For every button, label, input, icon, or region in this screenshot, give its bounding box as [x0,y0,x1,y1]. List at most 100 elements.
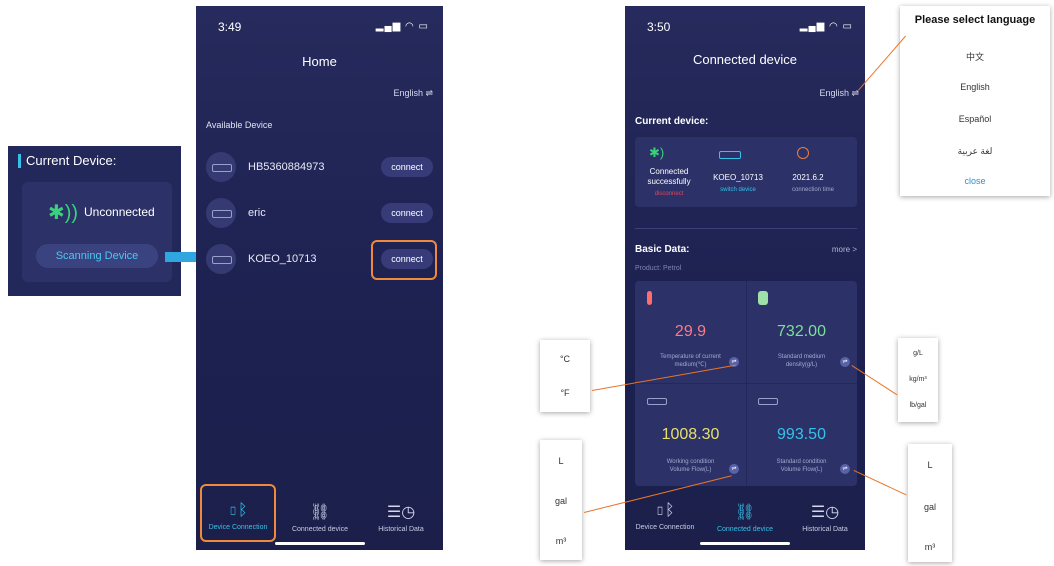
phone-connected-screen: 3:50 ▂▄▆ ◠ ▭ Connected device English ⇌ … [625,6,865,550]
basic-data-header: Basic Data: [635,244,690,255]
unit-option[interactable]: g/L [898,350,938,357]
tab-device-connection[interactable]: ▯ᛒ Device Connection [625,502,705,531]
unit-picker-temperature: °C °F [540,340,590,412]
product-label: Product: Petrol [635,265,682,272]
thermometer-icon [647,291,652,305]
home-indicator [700,542,790,545]
clock-icon [797,147,809,159]
unit-option[interactable]: m³ [908,542,952,552]
metric-density: 732.00 Standard medium density(g/L) ⇌ [746,281,857,383]
device-name: KOEO_10713 [713,173,763,182]
unit-option[interactable]: m³ [540,536,582,546]
divider [635,228,857,229]
flowmeter-icon [719,151,741,159]
bluetooth-icon: ✱) [649,145,665,160]
page-title: Home [302,54,337,69]
tab-label: Connected device [716,526,774,533]
device-name: KOEO_10713 [248,253,317,265]
language-switch[interactable]: English ⇌ [819,88,859,99]
language-switch[interactable]: English ⇌ [393,88,433,99]
more-link[interactable]: more > [832,245,857,254]
bluetooth-icon: ✱)) [48,202,79,224]
connection-time-label: connection time [791,187,835,193]
inset-title-bar [18,154,21,168]
history-icon: ☰◷ [810,504,840,521]
scan-button[interactable]: Scanning Device [36,244,158,268]
device-row: eric connect [206,198,433,232]
status-icons: ▂▄▆ ◠ ▭ [375,21,429,32]
device-row: HB5360884973 connect [206,152,433,186]
status-line1: Connected [649,167,689,176]
phone-home-screen: 3:49 ▂▄▆ ◠ ▭ Home English ⇌ Available De… [196,6,443,550]
connect-button[interactable]: connect [381,157,433,177]
unit-option[interactable]: kg/m³ [898,376,938,383]
metric-temperature: 29.9 Temperature of current medium(℃) ⇌ [635,281,746,383]
language-popup: Please select language 中文 English Españo… [900,6,1050,196]
link-icon: ⛓ [309,504,331,521]
density-icon [758,291,768,305]
flowmeter-icon [758,398,778,405]
unit-switch-icon[interactable]: ⇌ [840,464,850,474]
tab-bar: ▯ᛒ Device Connection ⛓ Connected device … [625,492,865,550]
unit-option[interactable]: gal [540,496,582,506]
highlight-tab [200,484,276,542]
tab-label: Device Connection [635,524,695,531]
device-name: eric [248,207,266,219]
unit-switch-icon[interactable]: ⇌ [840,357,850,367]
highlight-connect [371,240,437,280]
unit-picker-volume-standard: L gal m³ [908,444,952,562]
language-option[interactable]: Español [900,114,1050,124]
tab-label: Historical Data [378,526,424,533]
current-device-header: Current device: [635,116,709,127]
popup-title: Please select language [914,14,1036,26]
connect-button[interactable]: connect [381,203,433,223]
metrics-grid: 29.9 Temperature of current medium(℃) ⇌ … [635,281,857,486]
switch-device-link[interactable]: switch device [705,187,771,193]
metric-working-flow: 1008.30 Working condition Volume Flow(L)… [635,384,746,486]
inset-title: Current Device: [26,153,117,168]
language-option[interactable]: لغة عربية [900,146,1050,157]
flowmeter-icon [206,244,236,274]
unit-option[interactable]: gal [908,502,952,512]
current-device-card: ✱) Connected successfully disconnect KOE… [635,137,857,207]
tab-historical-data[interactable]: ☰◷ Historical Data [361,502,441,533]
unit-option[interactable]: L [908,460,952,470]
unit-option[interactable]: lb/gal [898,402,938,409]
language-option[interactable]: English [900,82,1050,92]
unit-option[interactable]: L [540,456,582,466]
inset-card: ✱)) Unconnected Scanning Device [22,182,172,282]
status-time: 3:49 [218,20,242,34]
language-option[interactable]: 中文 [900,50,1050,63]
status-time: 3:50 [647,20,671,34]
connection-date: 2021.6.2 [792,173,824,182]
unit-picker-density: g/L kg/m³ lb/gal [898,338,938,422]
unit-switch-icon[interactable]: ⇌ [729,464,739,474]
page-title: Connected device [692,52,798,67]
status-icons: ▂▄▆ ◠ ▭ [799,21,853,32]
disconnect-link[interactable]: disconnect [639,191,699,197]
tab-connected-device[interactable]: ⛓ Connected device [705,502,785,533]
flowmeter-icon [647,398,667,405]
metric-value: 1008.30 [661,426,720,443]
metric-value: 29.9 [674,323,707,340]
phone-bluetooth-icon: ▯ᛒ [655,502,675,519]
unit-option[interactable]: °F [540,388,590,398]
flowmeter-icon [206,152,236,182]
tab-connected-device[interactable]: ⛓ Connected device [280,502,360,533]
device-name: HB5360884973 [248,161,325,173]
connector-line [858,35,906,91]
metric-value: 732.00 [777,323,826,340]
metric-standard-flow: 993.50 Standard condition Volume Flow(L)… [746,384,857,486]
status-line2: successfully [647,177,691,186]
inset-status: Unconnected [84,205,155,219]
close-button[interactable]: close [900,176,1050,186]
unit-picker-volume-working: L gal m³ [540,440,582,560]
tab-historical-data[interactable]: ☰◷ Historical Data [785,502,865,533]
tab-label: Connected device [291,526,349,533]
section-title: Available Device [206,120,273,130]
current-device-inset: Current Device: ✱)) Unconnected Scanning… [8,146,181,296]
tab-label: Historical Data [802,526,848,533]
metric-value: 993.50 [777,426,826,443]
home-indicator [274,542,365,545]
unit-option[interactable]: °C [540,354,590,364]
